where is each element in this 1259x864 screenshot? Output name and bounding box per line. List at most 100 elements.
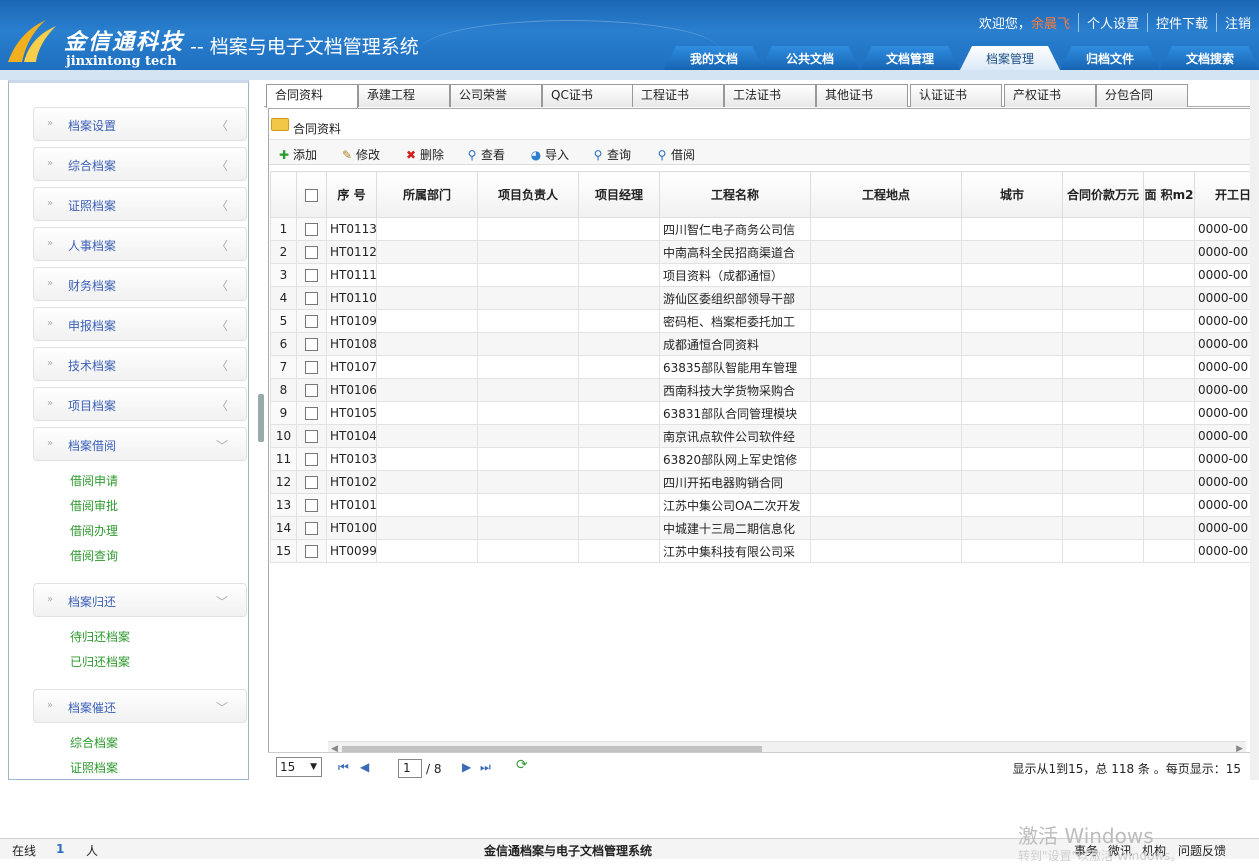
table-row[interactable]: 15 HT0099 江苏中集科技有限公司采 0000-00 — [270, 539, 1255, 563]
view-button[interactable]: ⚲ 查看 — [465, 146, 505, 163]
row-checkbox[interactable] — [305, 476, 318, 489]
sidebar-menu-declaration-archive[interactable]: » 申报档案 〈 — [33, 307, 247, 341]
row-checkbox[interactable] — [305, 522, 318, 535]
table-row[interactable]: 5 HT0109 密码柜、档案柜委托加工 0000-00 — [270, 309, 1255, 333]
sidebar-menu-general-archive[interactable]: » 综合档案 〈 — [33, 147, 247, 181]
add-button[interactable]: ✚ 添加 — [277, 146, 317, 163]
refresh-icon[interactable]: ⟳ — [516, 757, 528, 773]
footer-link-feedback[interactable]: 问题反馈 — [1178, 842, 1226, 859]
sidebar-item-borrow-handle[interactable]: 借阅办理 — [70, 522, 118, 539]
link-logout[interactable]: 注销 — [1215, 13, 1259, 32]
row-checkbox[interactable] — [305, 384, 318, 397]
sidebar-item-returned[interactable]: 已归还档案 — [70, 653, 130, 670]
sidebar-menu-finance-archive[interactable]: » 财务档案 〈 — [33, 267, 247, 301]
sidebar-menu-hr-archive[interactable]: » 人事档案 〈 — [33, 227, 247, 261]
header-start-date[interactable]: 开工日 — [1194, 171, 1255, 218]
cell-area — [1143, 539, 1195, 563]
nav-tab-archive-management[interactable]: 档案管理 — [960, 46, 1060, 70]
sidebar-item-borrow-apply[interactable]: 借阅申请 — [70, 472, 118, 489]
link-plugin-download[interactable]: 控件下载 — [1146, 13, 1216, 32]
row-checkbox[interactable] — [305, 545, 318, 558]
cell-project-manager — [578, 378, 660, 402]
header-department[interactable]: 所属部门 — [376, 171, 478, 218]
header-project-lead[interactable]: 项目负责人 — [477, 171, 579, 218]
row-checkbox[interactable] — [305, 223, 318, 236]
page-number-input[interactable]: 1 — [398, 759, 422, 778]
nav-tab-my-docs[interactable]: 我的文档 — [664, 46, 764, 70]
cell-project-manager — [578, 447, 660, 471]
table-row[interactable]: 2 HT0112 中南高科全民招商渠道合 0000-00 — [270, 240, 1255, 264]
header-city[interactable]: 城市 — [961, 171, 1063, 218]
row-checkbox[interactable] — [305, 246, 318, 259]
prev-page-icon[interactable]: ◀ — [360, 760, 369, 774]
sidebar-menu-archive-return[interactable]: » 档案归还 ﹀ — [33, 583, 247, 617]
tab-method-certs[interactable]: 工法证书 — [724, 84, 816, 107]
table-row[interactable]: 3 HT0111 项目资料（成都通恒） 0000-00 — [270, 263, 1255, 287]
sidebar-item-pending-return[interactable]: 待归还档案 — [70, 628, 130, 645]
sidebar-menu-tech-archive[interactable]: » 技术档案 〈 — [33, 347, 247, 381]
tab-property-certs[interactable]: 产权证书 — [1004, 84, 1096, 107]
table-row[interactable]: 9 HT0105 63831部队合同管理模块 0000-00 — [270, 401, 1255, 425]
select-all-checkbox[interactable] — [305, 188, 318, 202]
header-serial[interactable]: 序 号 — [326, 171, 377, 218]
header-project-manager[interactable]: 项目经理 — [578, 171, 660, 218]
table-row[interactable]: 14 HT0100 中城建十三局二期信息化 0000-00 — [270, 516, 1255, 540]
cell-location — [810, 355, 962, 379]
table-row[interactable]: 11 HT0103 63820部队网上军史馆修 0000-00 — [270, 447, 1255, 471]
next-page-icon[interactable]: ▶ — [462, 760, 471, 774]
tab-qc-certs[interactable]: QC证书 — [542, 84, 634, 107]
nav-tab-doc-management[interactable]: 文档管理 — [860, 46, 960, 70]
tab-certification-certs[interactable]: 认证证书 — [910, 84, 1002, 107]
row-checkbox[interactable] — [305, 269, 318, 282]
table-row[interactable]: 7 HT0107 63835部队智能用车管理 0000-00 — [270, 355, 1255, 379]
tab-engineering-certs[interactable]: 工程证书 — [632, 84, 724, 107]
cell-department — [376, 240, 478, 264]
header-contract-price[interactable]: 合同价款万元 — [1062, 171, 1144, 218]
borrow-button[interactable]: ⚲ 借阅 — [655, 146, 695, 163]
row-checkbox[interactable] — [305, 292, 318, 305]
sidebar-menu-archive-reminder[interactable]: » 档案催还 ﹀ — [33, 689, 247, 723]
row-checkbox[interactable] — [305, 430, 318, 443]
sidebar-menu-archive-settings[interactable]: » 档案设置 〈 — [33, 107, 247, 141]
sidebar-item-borrow-approve[interactable]: 借阅审批 — [70, 497, 118, 514]
tab-other-certs[interactable]: 其他证书 — [816, 84, 908, 107]
import-button[interactable]: ◕ 导入 — [529, 146, 569, 163]
header-project-name[interactable]: 工程名称 — [659, 171, 811, 218]
row-checkbox[interactable] — [305, 338, 318, 351]
sidebar-menu-project-archive[interactable]: » 项目档案 〈 — [33, 387, 247, 421]
sidebar-menu-archive-borrow[interactable]: » 档案借阅 ﹀ — [33, 427, 247, 461]
table-row[interactable]: 8 HT0106 西南科技大学货物采购合 0000-00 — [270, 378, 1255, 402]
nav-tab-public-docs[interactable]: 公共文档 — [760, 46, 860, 70]
page-size-select[interactable]: 15 ▼ — [276, 757, 322, 777]
tab-subcontracts[interactable]: 分包合同 — [1096, 84, 1188, 107]
header-area[interactable]: 面 积m2 — [1143, 171, 1195, 218]
tab-projects[interactable]: 承建工程 — [358, 84, 450, 107]
header-location[interactable]: 工程地点 — [810, 171, 962, 218]
row-checkbox[interactable] — [305, 361, 318, 374]
nav-tab-archived-files[interactable]: 归档文件 — [1060, 46, 1160, 70]
page-vertical-scrollbar[interactable] — [1250, 80, 1259, 780]
table-row[interactable]: 13 HT0101 江苏中集公司OA二次开发 0000-00 — [270, 493, 1255, 517]
tab-contract-docs[interactable]: 合同资料 — [266, 84, 358, 108]
sidebar-item-borrow-query[interactable]: 借阅查询 — [70, 547, 118, 564]
edit-button[interactable]: ✎ 修改 — [340, 146, 380, 163]
tab-company-honors[interactable]: 公司荣誉 — [450, 84, 542, 107]
table-row[interactable]: 10 HT0104 南京讯点软件公司软件经 0000-00 — [270, 424, 1255, 448]
table-row[interactable]: 1 HT0113 四川智仁电子商务公司信 0000-00 — [270, 217, 1255, 241]
row-checkbox[interactable] — [305, 499, 318, 512]
table-row[interactable]: 12 HT0102 四川开拓电器购销合同 0000-00 — [270, 470, 1255, 494]
sidebar-item-reminder-license[interactable]: 证照档案 — [70, 759, 118, 776]
search-button[interactable]: ⚲ 查询 — [591, 146, 631, 163]
nav-tab-doc-search[interactable]: 文档搜索 — [1160, 46, 1259, 70]
row-checkbox[interactable] — [305, 315, 318, 328]
sidebar-item-reminder-general[interactable]: 综合档案 — [70, 734, 118, 751]
first-page-icon[interactable]: ⏮ — [338, 760, 349, 775]
delete-button[interactable]: ✖ 删除 — [404, 146, 444, 163]
table-row[interactable]: 4 HT0110 游仙区委组织部领导干部 0000-00 — [270, 286, 1255, 310]
last-page-icon[interactable]: ⏭ — [480, 760, 491, 775]
table-row[interactable]: 6 HT0108 成都通恒合同资料 0000-00 — [270, 332, 1255, 356]
row-checkbox[interactable] — [305, 453, 318, 466]
link-personal-settings[interactable]: 个人设置 — [1077, 13, 1147, 32]
sidebar-menu-license-archive[interactable]: » 证照档案 〈 — [33, 187, 247, 221]
row-checkbox[interactable] — [305, 407, 318, 420]
